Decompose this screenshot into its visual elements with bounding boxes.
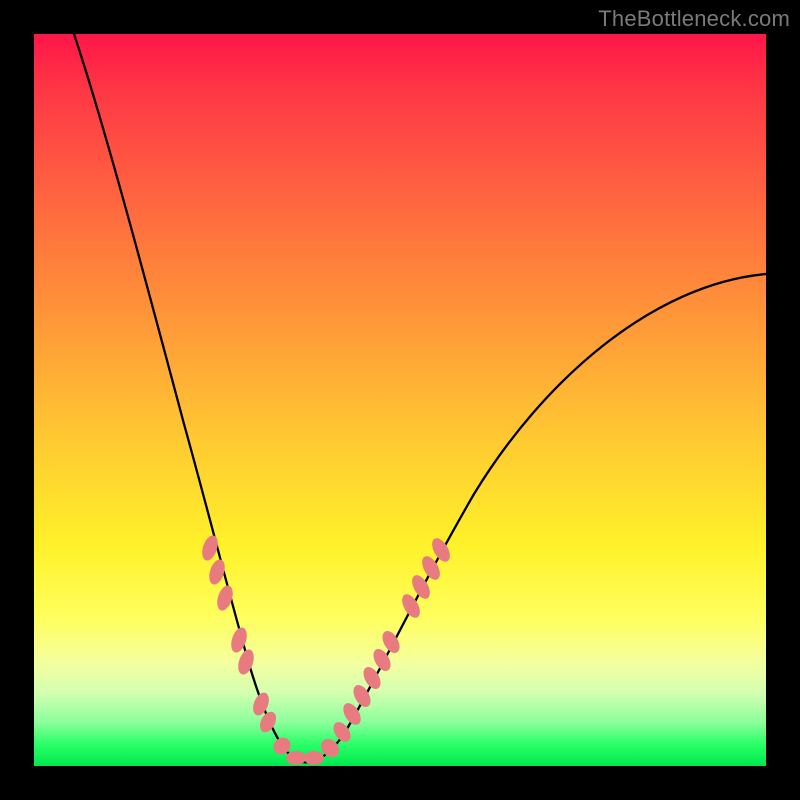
- marker-dot: [286, 751, 306, 765]
- plot-area: [34, 34, 766, 766]
- watermark-text: TheBottleneck.com: [598, 6, 790, 32]
- bottleneck-curve: [74, 34, 766, 762]
- curve-svg: [34, 34, 766, 766]
- marker-group: [199, 533, 453, 765]
- marker-dot: [304, 751, 324, 765]
- chart-frame: TheBottleneck.com: [0, 0, 800, 800]
